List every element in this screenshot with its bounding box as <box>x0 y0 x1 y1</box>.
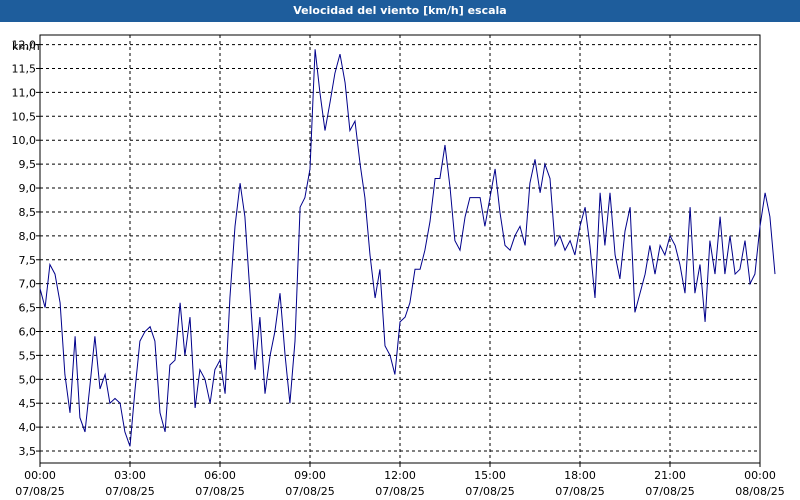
y-axis-ticks: 3,5 4,0 4,5 5,0 5,5 6,0 6,5 7,0 7,5 8,0 8,5 9,0 9,5 1… <box>12 39 40 458</box>
y-axis-label: km/h <box>12 40 40 53</box>
x-tick-time-label: 21:00 <box>654 469 686 482</box>
x-tick-date-label: 07/08/25 <box>105 485 154 498</box>
x-tick-date-label: 07/08/25 <box>15 485 64 498</box>
x-tick-date-label: 07/08/25 <box>375 485 424 498</box>
x-tick-time-label: 09:00 <box>294 469 326 482</box>
y-tick-label: 3,5 <box>19 445 37 458</box>
y-tick-label: 11,5 <box>12 62 37 75</box>
x-tick-time-label: 03:00 <box>114 469 146 482</box>
y-tick-label: 8,5 <box>19 206 37 219</box>
y-tick-label: 10,0 <box>12 134 37 147</box>
series-line-wind-speed <box>39 49 776 447</box>
y-tick-label: 4,0 <box>19 421 37 434</box>
x-tick-time-label: 06:00 <box>204 469 236 482</box>
x-tick-time-label: 15:00 <box>474 469 506 482</box>
x-tick-time-label: 00:00 <box>744 469 776 482</box>
y-tick-label: 9,0 <box>19 182 37 195</box>
wind-speed-chart: 3,5 4,0 4,5 5,0 5,5 6,0 6,5 7,0 7,5 8,0 8,5 9,0 9,5 1… <box>12 34 785 498</box>
y-tick-label: 6,5 <box>19 302 37 315</box>
x-tick-time-label: 18:00 <box>564 469 596 482</box>
grid-lines <box>40 35 760 463</box>
y-tick-label: 8,0 <box>19 230 37 243</box>
x-axis-ticks: 00:00 07/08/25 03:00 07/08/25 06:00 07/08/25 0… <box>15 463 785 498</box>
y-tick-label: 10,5 <box>12 110 37 123</box>
x-tick-time-label: 12:00 <box>384 469 416 482</box>
y-tick-label: 11,0 <box>12 86 37 99</box>
y-tick-label: 9,5 <box>19 158 37 171</box>
x-tick-date-label: 07/08/25 <box>555 485 604 498</box>
x-tick-date-label: 07/08/25 <box>645 485 694 498</box>
y-tick-label: 5,5 <box>19 349 37 362</box>
x-tick-time-label: 00:00 <box>24 469 56 482</box>
y-tick-label: 7,0 <box>19 278 37 291</box>
y-tick-label: 6,0 <box>19 325 37 338</box>
x-tick-date-label: 08/08/25 <box>735 485 784 498</box>
x-tick-date-label: 07/08/25 <box>465 485 514 498</box>
x-tick-date-label: 07/08/25 <box>285 485 334 498</box>
y-tick-label: 7,5 <box>19 254 37 267</box>
x-tick-date-label: 07/08/25 <box>195 485 244 498</box>
y-tick-label: 5,0 <box>19 373 37 386</box>
y-tick-label: 4,5 <box>19 397 37 410</box>
plot-frame <box>39 34 761 464</box>
